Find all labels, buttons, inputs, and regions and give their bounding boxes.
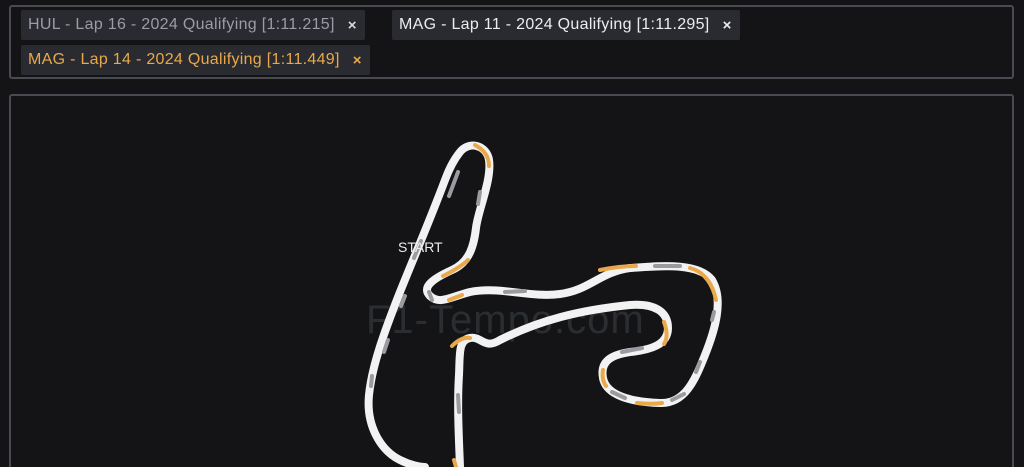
lap-tag-label: MAG - Lap 11 - 2024 Qualifying [1:11.295…	[399, 16, 710, 33]
lap-tag-label: MAG - Lap 14 - 2024 Qualifying [1:11.449…	[28, 51, 340, 68]
lap-tag-mag-11[interactable]: MAG - Lap 11 - 2024 Qualifying [1:11.295…	[392, 10, 740, 40]
lap-tag-label: HUL - Lap 16 - 2024 Qualifying [1:11.215…	[28, 16, 335, 33]
close-icon[interactable]: ×	[723, 17, 732, 34]
lap-tag-hul-16[interactable]: HUL - Lap 16 - 2024 Qualifying [1:11.215…	[21, 10, 365, 40]
track-map-panel[interactable]: F1-Tempo.com START	[9, 94, 1014, 467]
selected-laps-panel: HUL - Lap 16 - 2024 Qualifying [1:11.215…	[9, 5, 1014, 79]
track-map: F1-Tempo.com START	[364, 141, 722, 467]
close-icon[interactable]: ×	[348, 17, 357, 34]
lap-comparison-view: HUL - Lap 16 - 2024 Qualifying [1:11.215…	[0, 0, 1024, 467]
lap-tag-mag-14[interactable]: MAG - Lap 14 - 2024 Qualifying [1:11.449…	[21, 45, 370, 75]
start-label: START	[398, 239, 443, 255]
close-icon[interactable]: ×	[353, 52, 362, 69]
